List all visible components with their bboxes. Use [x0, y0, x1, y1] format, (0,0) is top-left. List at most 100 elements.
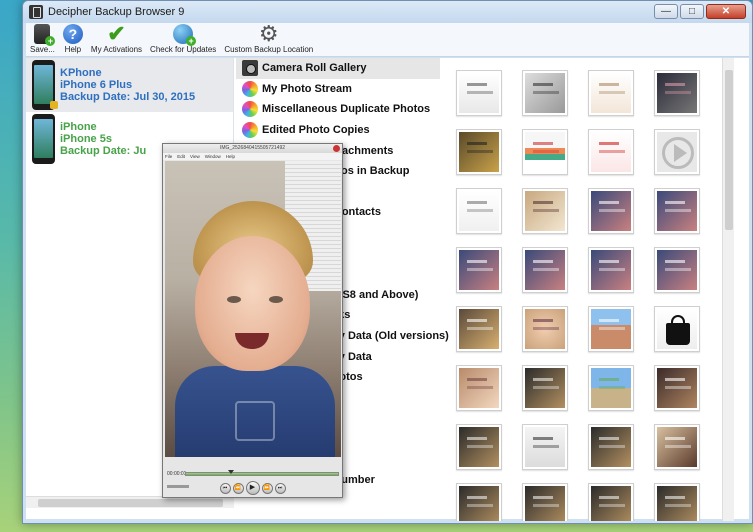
- photo-image: [459, 73, 499, 113]
- player-menu-item[interactable]: Edit: [177, 153, 185, 160]
- player-menu-item[interactable]: View: [190, 153, 200, 160]
- category-item[interactable]: Edited Photo Copies: [236, 120, 440, 141]
- photo-image: [525, 250, 565, 290]
- photo-thumbnail[interactable]: [456, 70, 502, 116]
- gear-icon: ⚙: [258, 21, 279, 46]
- photo-thumbnail[interactable]: [588, 365, 634, 411]
- thumbnail-panel: [444, 58, 734, 521]
- photo-thumbnail[interactable]: [456, 365, 502, 411]
- player-progress-bar[interactable]: [185, 470, 339, 476]
- photo-thumbnail[interactable]: [588, 70, 634, 116]
- photo-thumbnail[interactable]: [456, 188, 502, 234]
- fast-forward-icon[interactable]: ⏩: [261, 482, 273, 494]
- rewind-icon[interactable]: ⏪: [232, 482, 244, 494]
- device-model: iPhone 5s: [60, 133, 112, 145]
- video-frame[interactable]: [165, 161, 341, 457]
- photo-thumbnail[interactable]: [522, 424, 568, 470]
- play-icon[interactable]: ▶: [245, 481, 260, 495]
- check-updates-button[interactable]: Check for Updates: [150, 24, 216, 54]
- window-title: Decipher Backup Browser 9: [48, 6, 185, 18]
- photo-thumbnail[interactable]: [456, 424, 502, 470]
- help-icon: ?: [62, 24, 83, 44]
- device-name: iPhone: [60, 121, 97, 133]
- lock-icon: [50, 101, 58, 109]
- photo-image: [525, 191, 565, 231]
- skip-forward-icon[interactable]: ⏭: [274, 482, 286, 494]
- skip-back-icon[interactable]: ⏮: [219, 482, 231, 494]
- photo-image: [591, 132, 631, 172]
- photo-image: [459, 191, 499, 231]
- photo-thumbnail[interactable]: [588, 247, 634, 293]
- player-menu-item[interactable]: Window: [205, 153, 221, 160]
- photo-thumbnail[interactable]: [456, 306, 502, 352]
- photo-image: [657, 250, 697, 290]
- child-face: [195, 236, 310, 371]
- title-bar[interactable]: Decipher Backup Browser 9 — □ ✕: [23, 1, 752, 23]
- progress-knob[interactable]: [227, 470, 234, 474]
- photo-thumbnail[interactable]: [522, 188, 568, 234]
- player-controls: ⏮ ⏪ ▶ ⏩ ⏭: [163, 480, 342, 496]
- handbag-photo: [657, 309, 697, 349]
- photo-thumbnail[interactable]: [456, 129, 502, 175]
- photo-image: [591, 368, 631, 408]
- player-close-button[interactable]: [333, 145, 340, 152]
- scrollbar-thumb[interactable]: [38, 499, 223, 507]
- photo-thumbnail[interactable]: [588, 306, 634, 352]
- photo-thumbnail[interactable]: [522, 365, 568, 411]
- help-button[interactable]: ? Help: [62, 24, 83, 54]
- category-item[interactable]: Miscellaneous Duplicate Photos: [236, 99, 440, 120]
- photo-image: [525, 486, 565, 521]
- photo-thumbnail[interactable]: [522, 129, 568, 175]
- eye: [269, 296, 283, 303]
- photo-thumbnail[interactable]: [456, 247, 502, 293]
- photo-image: [657, 368, 697, 408]
- photo-thumbnail[interactable]: [654, 483, 700, 521]
- save-button[interactable]: Save...: [30, 24, 56, 54]
- photo-thumbnail[interactable]: [654, 306, 700, 352]
- photo-thumbnail[interactable]: [588, 129, 634, 175]
- player-menu-item[interactable]: File: [165, 153, 172, 160]
- photo-thumbnail[interactable]: [654, 188, 700, 234]
- my-activations-button[interactable]: ✔ My Activations: [91, 23, 142, 55]
- custom-backup-location-button[interactable]: ⚙ Custom Backup Location: [224, 21, 313, 55]
- iphone-icon: [32, 114, 55, 164]
- camera-icon: [242, 60, 258, 77]
- app-window: Decipher Backup Browser 9 — □ ✕ Save... …: [22, 0, 753, 524]
- photo-thumbnail[interactable]: [654, 247, 700, 293]
- photo-image: [459, 427, 499, 467]
- photo-thumbnail[interactable]: [588, 424, 634, 470]
- photo-image: [459, 309, 499, 349]
- window-controls: — □ ✕: [654, 4, 746, 19]
- close-button[interactable]: ✕: [706, 4, 746, 19]
- photo-thumbnail[interactable]: [522, 483, 568, 521]
- category-item[interactable]: My Photo Stream: [236, 79, 440, 100]
- photo-image: [591, 486, 631, 521]
- photo-image: [525, 368, 565, 408]
- photo-image: [525, 309, 565, 349]
- player-menu-item[interactable]: Help: [226, 153, 235, 160]
- photo-thumbnail[interactable]: [522, 247, 568, 293]
- thumbnail-scrollbar[interactable]: [722, 58, 734, 521]
- photo-thumbnail[interactable]: [654, 424, 700, 470]
- category-item[interactable]: Camera Roll Gallery: [236, 58, 440, 79]
- photo-thumbnail[interactable]: [522, 70, 568, 116]
- photo-thumbnail[interactable]: [588, 188, 634, 234]
- category-label: Miscellaneous Duplicate Photos: [262, 103, 431, 116]
- video-player-window[interactable]: IMG_2526840415505721492 File Edit View Wind…: [162, 143, 343, 498]
- scrollbar-thumb[interactable]: [725, 70, 733, 230]
- device-item-kphone[interactable]: KPhone iPhone 6 Plus Backup Date: Jul 30…: [26, 58, 233, 112]
- photo-image: [657, 427, 697, 467]
- photo-thumbnail[interactable]: [588, 483, 634, 521]
- photo-thumbnail[interactable]: [654, 129, 700, 175]
- photo-image: [459, 368, 499, 408]
- photo-thumbnail[interactable]: [456, 483, 502, 521]
- photo-image: [591, 309, 631, 349]
- player-title: IMG_2526840415505721492: [163, 144, 342, 153]
- player-time: 00:00:01: [167, 471, 187, 477]
- save-label: Save...: [30, 45, 55, 54]
- maximize-button[interactable]: □: [680, 4, 704, 19]
- photo-thumbnail[interactable]: [522, 306, 568, 352]
- minimize-button[interactable]: —: [654, 4, 678, 19]
- photo-thumbnail[interactable]: [654, 365, 700, 411]
- photo-thumbnail[interactable]: [654, 70, 700, 116]
